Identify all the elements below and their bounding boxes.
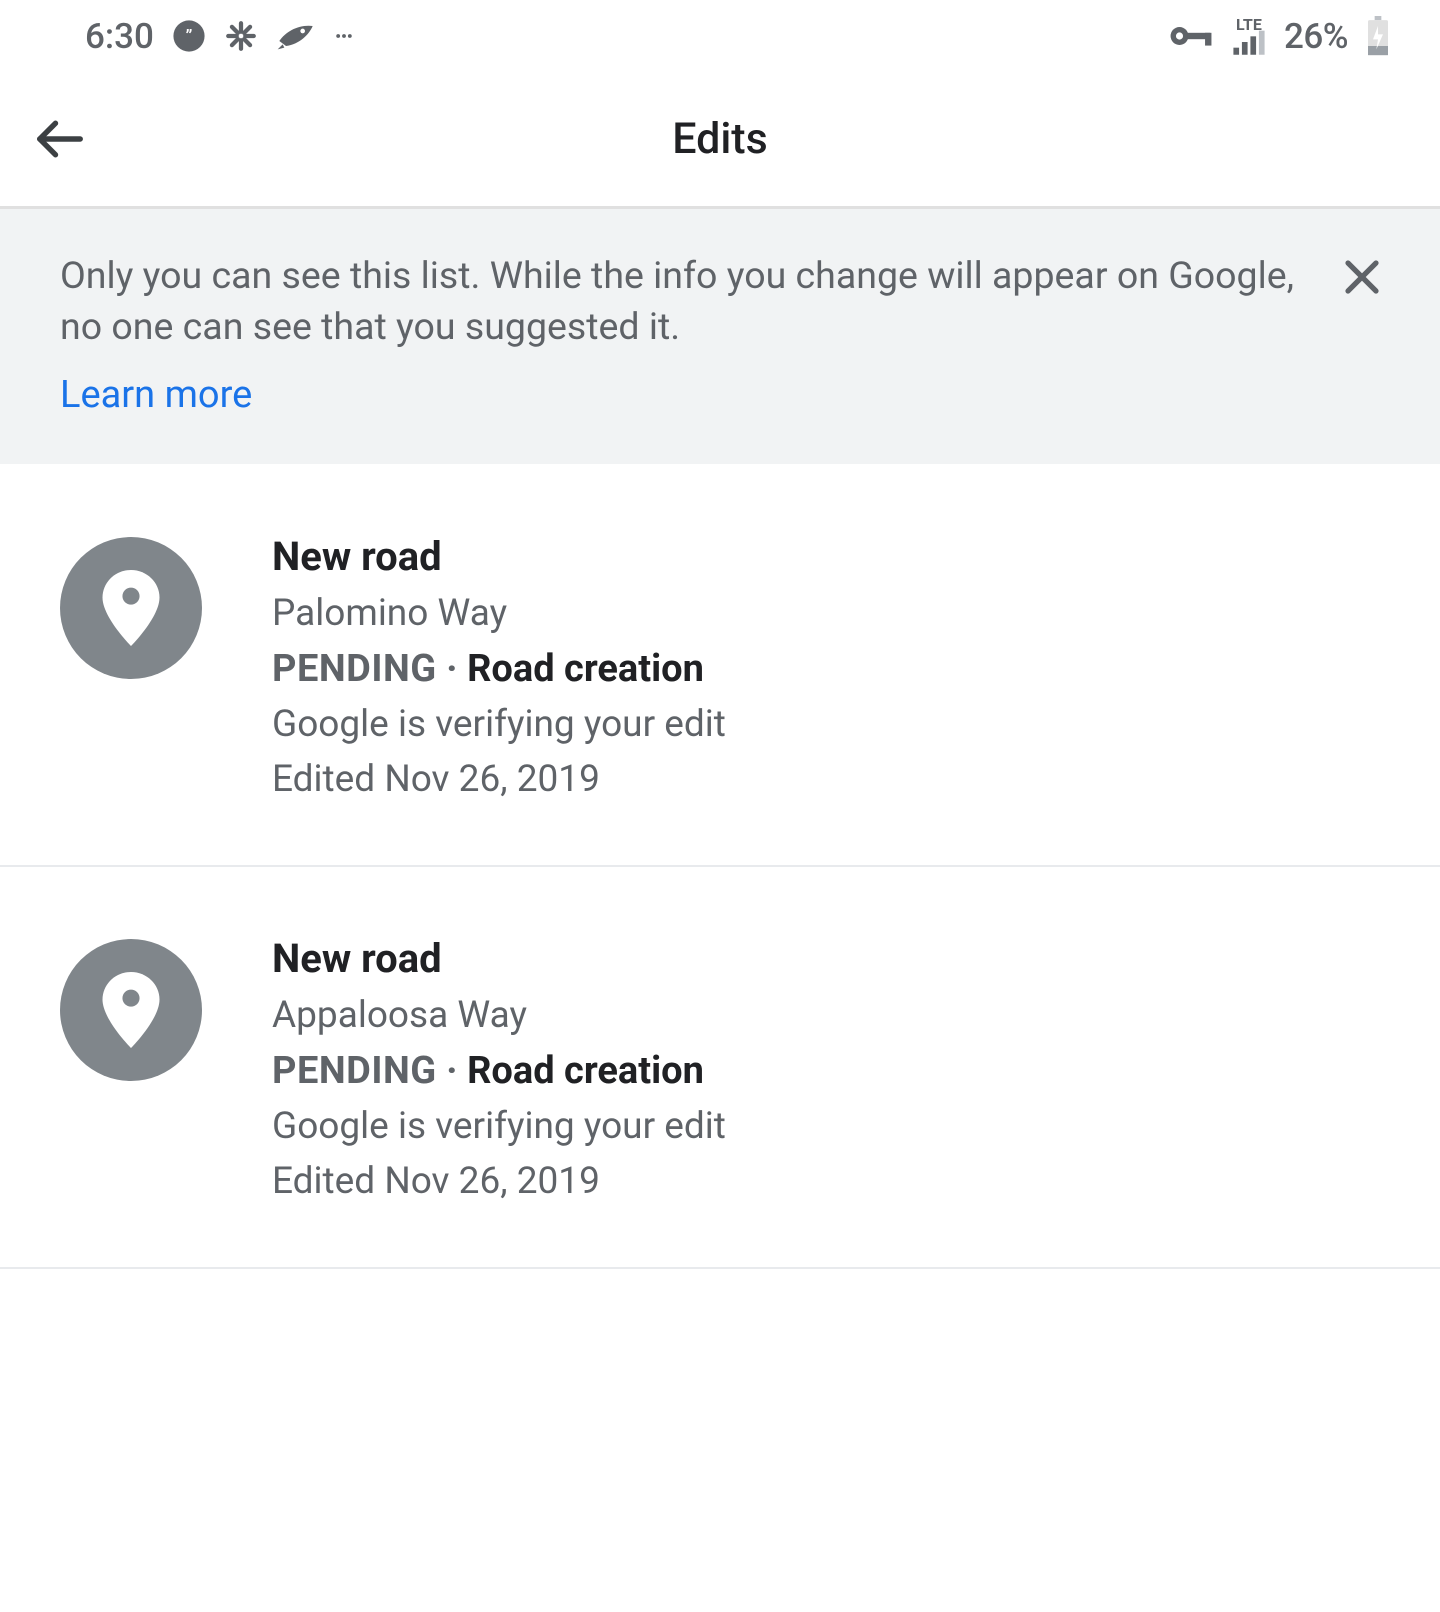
edit-type: Road creation [467,647,704,691]
more-icon [334,26,354,46]
close-icon [1338,253,1386,301]
edit-item[interactable]: New road Appaloosa Way PENDING · Road cr… [0,867,1440,1269]
edit-status: PENDING [272,1049,437,1093]
signal-icon [1232,29,1266,55]
vpn-key-icon [1168,22,1214,50]
edit-date: Edited Nov 26, 2019 [272,758,1380,801]
svg-text:”: ” [185,27,192,47]
edit-verify-message: Google is verifying your edit [272,703,1380,746]
status-bar: 6:30 ” LTE 26% [0,0,1440,72]
status-right: LTE 26% [1168,16,1390,57]
app-bar: Edits [0,72,1440,209]
place-pin-icon [60,537,202,679]
edit-subtitle: Appaloosa Way [272,994,1380,1037]
edit-item[interactable]: New road Palomino Way PENDING · Road cre… [0,465,1440,867]
separator-dot: · [437,1049,467,1093]
asterisk-icon [224,19,258,53]
edits-list: New road Palomino Way PENDING · Road cre… [0,464,1440,1269]
clock: 6:30 [85,16,154,57]
edit-status-line: PENDING · Road creation [272,647,1380,691]
back-button[interactable] [0,72,120,206]
edit-date: Edited Nov 26, 2019 [272,1160,1380,1203]
quote-bubble-icon: ” [172,19,206,53]
status-left: 6:30 ” [85,16,354,57]
edit-subtitle: Palomino Way [272,592,1380,635]
signal-stack: LTE [1232,17,1266,55]
close-banner-button[interactable] [1338,251,1400,305]
edit-title: New road [272,935,1380,982]
info-text-block: Only you can see this list. While the in… [60,251,1318,422]
info-banner: Only you can see this list. While the in… [0,209,1440,464]
learn-more-link[interactable]: Learn more [60,370,252,421]
edit-title: New road [272,533,1380,580]
separator-dot: · [437,647,467,691]
page-title: Edits [120,114,1320,164]
edit-verify-message: Google is verifying your edit [272,1105,1380,1148]
edit-status: PENDING [272,647,437,691]
battery-percent: 26% [1284,16,1348,57]
battery-icon [1366,16,1390,56]
edit-content: New road Appaloosa Way PENDING · Road cr… [272,935,1380,1203]
place-pin-icon [60,939,202,1081]
edit-content: New road Palomino Way PENDING · Road cre… [272,533,1380,801]
edit-status-line: PENDING · Road creation [272,1049,1380,1093]
edit-type: Road creation [467,1049,704,1093]
rocket-icon [276,20,316,52]
info-text: Only you can see this list. While the in… [60,254,1294,349]
arrow-left-icon [33,112,87,166]
